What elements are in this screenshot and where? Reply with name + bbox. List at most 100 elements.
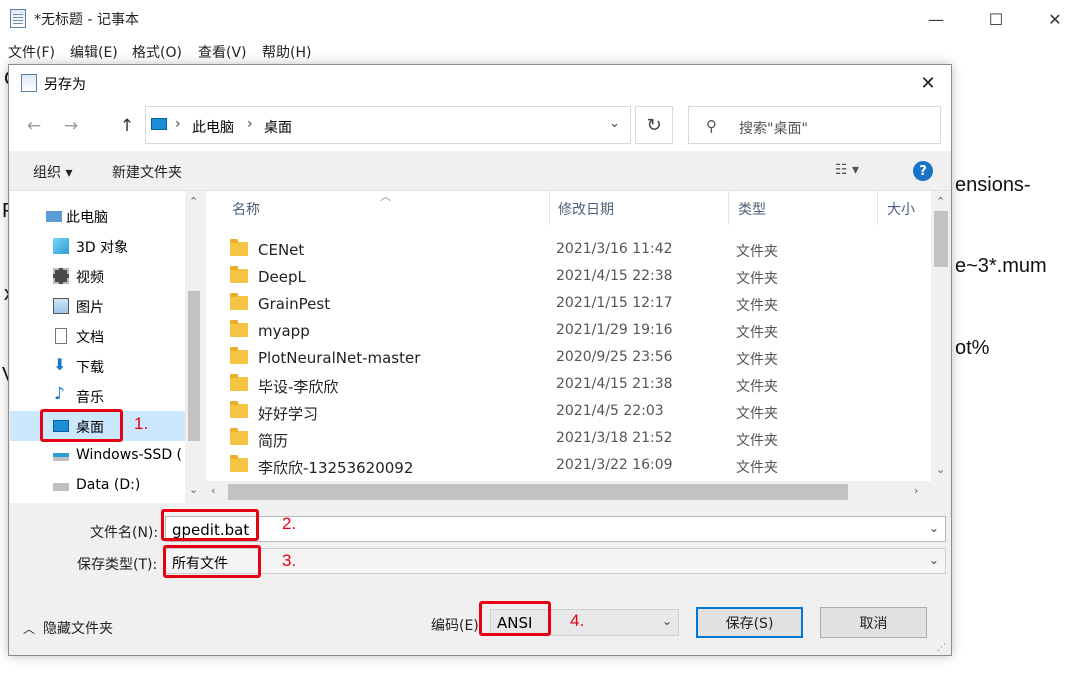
scrollbar-thumb[interactable] [934, 211, 948, 267]
chevron-down-icon[interactable]: ⌄ [609, 116, 620, 131]
nav-item-label: 文档 [76, 330, 104, 346]
notepad-text-fragment[interactable]: ensions- [955, 174, 1031, 197]
view-options-icon[interactable]: ☷ ▾ [835, 162, 859, 178]
notepad-close-button[interactable]: ✕ [1026, 0, 1081, 38]
menu-help[interactable]: 帮助(H) [262, 42, 311, 62]
dialog-title: 另存为 [44, 77, 86, 93]
scrollbar-thumb[interactable] [228, 484, 848, 500]
menu-edit[interactable]: 编辑(E) [70, 42, 118, 62]
nav-item-label: 3D 对象 [76, 240, 129, 256]
file-name: 毕设-李欣欣 [258, 378, 339, 396]
nav-item-label: Windows-SSD ( [76, 447, 183, 463]
file-list-horizontal-scrollbar[interactable]: ‹ › [206, 481, 931, 503]
file-type: 文件夹 [736, 433, 778, 449]
chevron-down-icon[interactable]: ⌄ [929, 521, 939, 535]
file-type: 文件夹 [736, 406, 778, 422]
pictures-icon [53, 298, 69, 314]
column-name[interactable]: 名称 [232, 199, 260, 219]
breadcrumb-this-pc[interactable]: 此电脑 [192, 117, 234, 137]
drive-icon [53, 453, 69, 461]
notepad-menubar: 文件(F) 编辑(E) 格式(O) 查看(V) 帮助(H) [0, 38, 1081, 64]
minimize-button[interactable]: — [907, 0, 965, 38]
file-type: 文件夹 [736, 271, 778, 287]
nav-item-label: 下载 [76, 360, 104, 376]
chevron-down-icon[interactable]: ⌄ [936, 463, 945, 476]
annotation-number: 1. [134, 414, 149, 433]
folder-icon [230, 239, 248, 256]
up-arrow-icon[interactable]: ↑ [116, 115, 138, 137]
notepad-titlebar: *无标题 - 记事本 — ☐ ✕ [0, 0, 1081, 38]
column-divider[interactable] [549, 191, 550, 225]
scrollbar-thumb[interactable] [188, 291, 200, 441]
back-arrow-icon[interactable]: ← [23, 115, 45, 137]
annotation-box-filetype [163, 545, 261, 578]
nav-item-downloads[interactable]: ⬇ 下载 [10, 351, 186, 381]
search-input[interactable]: ⚲ 搜索"桌面" [688, 106, 941, 144]
forward-arrow-icon[interactable]: → [60, 115, 82, 137]
file-name: GrainPest [258, 295, 331, 313]
file-row[interactable]: 毕设-李欣欣 2021/4/15 21:38 文件夹 [206, 371, 931, 398]
nav-item-windows-ssd[interactable]: Windows-SSD ( [10, 441, 186, 471]
chevron-up-icon[interactable]: ⌃ [936, 195, 945, 208]
notepad-text-fragment[interactable]: e~3*.mum [955, 255, 1047, 278]
file-row[interactable]: myapp 2021/1/29 19:16 文件夹 [206, 317, 931, 344]
nav-item-videos[interactable]: 视频 [10, 261, 186, 291]
navigation-bar: ← → ↑ › 此电脑 › 桌面 ⌄ ↻ ⚲ 搜索"桌面" [9, 101, 951, 151]
chevron-up-icon[interactable]: ⌃ [189, 195, 198, 208]
file-row[interactable]: 好好学习 2021/4/5 22:03 文件夹 [206, 398, 931, 425]
chevron-down-icon[interactable]: ⌄ [189, 483, 198, 496]
computer-icon [151, 118, 167, 130]
nav-pane-scrollbar[interactable]: ⌃ ⌄ [185, 191, 203, 503]
scrollbar-corner [931, 481, 951, 503]
file-row[interactable]: PlotNeuralNet-master 2020/9/25 23:56 文件夹 [206, 344, 931, 371]
refresh-button[interactable]: ↻ [635, 106, 673, 144]
file-list-vertical-scrollbar[interactable]: ⌃ ⌄ [931, 191, 951, 481]
nav-item-3d-objects[interactable]: 3D 对象 [10, 231, 186, 261]
nav-item-data-d[interactable]: Data (D:) [10, 471, 186, 501]
file-row[interactable]: GrainPest 2021/1/15 12:17 文件夹 [206, 290, 931, 317]
column-size[interactable]: 大小 [887, 199, 915, 219]
menu-file[interactable]: 文件(F) [8, 42, 55, 62]
menu-format[interactable]: 格式(O) [132, 42, 182, 62]
help-icon[interactable]: ? [913, 161, 933, 181]
chevron-right-icon[interactable]: › [914, 484, 918, 497]
new-folder-button[interactable]: 新建文件夹 [112, 162, 182, 182]
chevron-down-icon[interactable]: ⌄ [929, 553, 939, 567]
chevron-down-icon[interactable]: ⌄ [662, 614, 672, 628]
address-bar[interactable]: › 此电脑 › 桌面 ⌄ [145, 106, 631, 144]
cancel-button[interactable]: 取消 [820, 607, 927, 638]
chevron-left-icon[interactable]: ‹ [211, 484, 215, 497]
3d-objects-icon [53, 238, 69, 254]
column-date-modified[interactable]: 修改日期 [558, 199, 614, 219]
file-date-modified: 2021/1/29 19:16 [556, 322, 673, 338]
menu-view[interactable]: 查看(V) [198, 42, 247, 62]
breadcrumb-desktop[interactable]: 桌面 [264, 117, 292, 137]
nav-item-pictures[interactable]: 图片 [10, 291, 186, 321]
hide-folders-toggle[interactable]: ︿ 隐藏文件夹 [23, 618, 113, 638]
dialog-close-button[interactable]: ✕ [913, 69, 943, 97]
file-row[interactable]: 李欣欣-13253620092 2021/3/22 16:09 文件夹 [206, 452, 931, 479]
column-divider[interactable] [877, 191, 878, 225]
notepad-icon [21, 74, 37, 92]
nav-item-this-pc[interactable]: 此电脑 [10, 201, 186, 231]
file-date-modified: 2021/3/22 16:09 [556, 457, 673, 473]
search-icon: ⚲ [706, 117, 717, 135]
maximize-button[interactable]: ☐ [967, 0, 1025, 38]
nav-item-music[interactable]: ♪ 音乐 [10, 381, 186, 411]
resize-grip[interactable]: ⋰ [937, 643, 947, 653]
file-row[interactable]: DeepL 2021/4/15 22:38 文件夹 [206, 263, 931, 290]
file-row[interactable]: CENet 2021/3/16 11:42 文件夹 [206, 236, 931, 263]
notepad-text-fragment[interactable]: ot% [955, 337, 989, 360]
nav-item-label: Data (D:) [76, 477, 141, 493]
column-divider[interactable] [728, 191, 729, 225]
save-button[interactable]: 保存(S) [696, 607, 803, 638]
nav-item-documents[interactable]: 文档 [10, 321, 186, 351]
column-type[interactable]: 类型 [738, 199, 766, 219]
filename-label: 文件名(N): [90, 525, 159, 541]
organize-button[interactable]: 组织 ▾ [33, 162, 72, 182]
file-row[interactable]: 简历 2021/3/18 21:52 文件夹 [206, 425, 931, 452]
folder-icon [230, 428, 248, 445]
file-type: 文件夹 [736, 325, 778, 341]
breadcrumb-separator[interactable]: › [247, 116, 253, 132]
breadcrumb-separator[interactable]: › [175, 116, 181, 132]
